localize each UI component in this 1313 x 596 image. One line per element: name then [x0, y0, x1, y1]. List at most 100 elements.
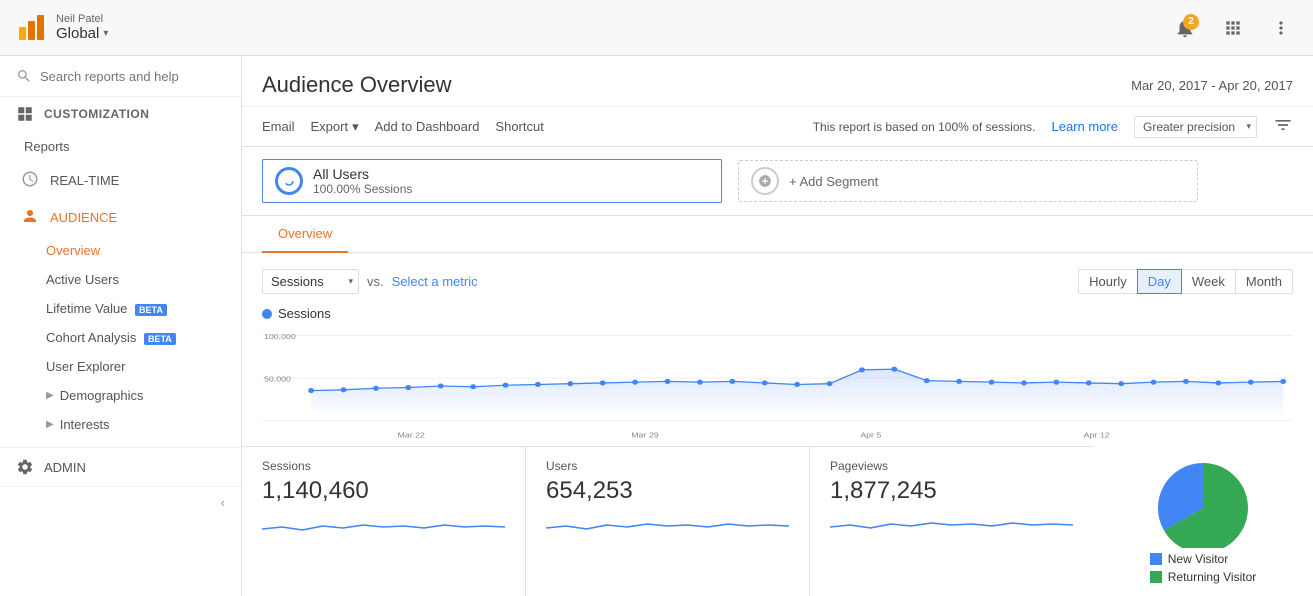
- segment-percentage: 100.00% Sessions: [313, 182, 412, 196]
- sidebar-sub-cohort-analysis[interactable]: Cohort Analysis BETA: [0, 323, 241, 352]
- stat-users-value: 654,253: [546, 477, 789, 505]
- chart-data-point: [308, 388, 314, 393]
- content-area: Audience Overview Mar 20, 2017 - Apr 20,…: [242, 56, 1313, 596]
- all-users-segment[interactable]: All Users 100.00% Sessions: [262, 159, 722, 203]
- top-bar-left: Neil Patel Global ▾: [16, 13, 108, 43]
- tab-overview[interactable]: Overview: [262, 216, 348, 253]
- shortcut-button[interactable]: Shortcut: [495, 119, 543, 134]
- select-metric-link[interactable]: Select a metric: [392, 274, 478, 289]
- stat-pageviews: Pageviews 1,877,245: [810, 447, 1093, 596]
- stats-and-pie: Sessions 1,140,460 Users 654,253: [242, 446, 1313, 596]
- chart-data-point: [1248, 380, 1254, 385]
- account-name[interactable]: Global ▾: [56, 25, 108, 42]
- stat-sessions-label: Sessions: [262, 459, 505, 473]
- sidebar-collapse-button[interactable]: ‹: [0, 486, 241, 518]
- precision-select[interactable]: Greater precision Faster display: [1134, 116, 1257, 138]
- user-info: Neil Patel Global ▾: [56, 13, 108, 42]
- segment-name: All Users: [313, 166, 412, 182]
- chart-data-point: [405, 385, 411, 390]
- sidebar-reports-header: Reports: [0, 131, 241, 162]
- page-title: Audience Overview: [262, 72, 452, 98]
- chart-data-point: [1215, 380, 1221, 385]
- lifetime-beta-badge: BETA: [135, 304, 167, 316]
- chart-legend: Sessions: [262, 306, 1293, 321]
- add-to-dashboard-button[interactable]: Add to Dashboard: [375, 119, 480, 134]
- chart-data-point: [535, 382, 541, 387]
- search-input[interactable]: [40, 69, 225, 84]
- chart-data-point: [438, 383, 444, 388]
- vs-label: vs.: [367, 274, 384, 289]
- pie-chart-area: New Visitor Returning Visitor: [1093, 446, 1313, 596]
- sessions-legend-label: Sessions: [278, 306, 331, 321]
- sidebar-sub-demographics[interactable]: ▶ Demographics: [0, 381, 241, 410]
- stat-sessions-sparkline: [262, 511, 505, 539]
- sidebar-customization-header[interactable]: CUSTOMIZATION: [0, 97, 241, 131]
- sidebar-sub-overview[interactable]: Overview: [0, 236, 241, 265]
- person-icon: [21, 207, 39, 225]
- top-bar: Neil Patel Global ▾ 2: [0, 0, 1313, 56]
- add-segment-button[interactable]: + Add Segment: [738, 160, 1198, 202]
- sidebar-sub-user-explorer[interactable]: User Explorer: [0, 352, 241, 381]
- chart-data-point: [503, 383, 509, 388]
- sidebar-sub-interests[interactable]: ▶ Interests: [0, 410, 241, 439]
- realtime-label: REAL-TIME: [50, 173, 119, 188]
- chart-data-point: [373, 386, 379, 391]
- tab-row: Overview: [242, 216, 1313, 253]
- account-dropdown-arrow: ▾: [103, 28, 108, 39]
- chart-data-point: [891, 367, 897, 372]
- customization-label: CUSTOMIZATION: [44, 107, 149, 121]
- sidebar-search-area: [0, 56, 241, 97]
- user-name: Neil Patel: [56, 13, 108, 25]
- chart-data-point: [1151, 380, 1157, 385]
- apps-button[interactable]: [1217, 12, 1249, 44]
- chart-wrapper: 100,000 50,000 Mar 22 Mar 29 Apr 5: [262, 327, 1293, 446]
- sidebar-sub-active-users[interactable]: Active Users: [0, 265, 241, 294]
- stats-cards: Sessions 1,140,460 Users 654,253: [242, 446, 1093, 596]
- learn-more-link[interactable]: Learn more: [1052, 119, 1118, 134]
- metric-selector: Sessions Users Pageviews Bounces ▾ vs. S…: [262, 269, 478, 294]
- chart-data-point: [1053, 380, 1059, 385]
- svg-text:50,000: 50,000: [264, 375, 291, 383]
- segment-inner-icon: [283, 175, 295, 187]
- time-btn-day[interactable]: Day: [1137, 269, 1182, 294]
- svg-text:Mar 22: Mar 22: [398, 431, 426, 439]
- time-btn-hourly[interactable]: Hourly: [1078, 269, 1138, 294]
- chart-data-point: [1086, 380, 1092, 385]
- sidebar-admin[interactable]: ADMIN: [0, 447, 241, 486]
- top-bar-right: 2: [1169, 12, 1297, 44]
- notification-badge: 2: [1183, 14, 1199, 30]
- interests-label: Interests: [60, 417, 110, 432]
- svg-text:100,000: 100,000: [264, 332, 296, 340]
- sidebar-item-audience[interactable]: AUDIENCE: [0, 199, 241, 236]
- more-options-button[interactable]: [1265, 12, 1297, 44]
- export-caret-icon: ▾: [352, 119, 359, 135]
- stat-pageviews-value: 1,877,245: [830, 477, 1073, 505]
- audience-icon: [20, 207, 40, 228]
- time-btn-week[interactable]: Week: [1181, 269, 1236, 294]
- pie-chart: [1148, 458, 1258, 548]
- chart-data-point: [729, 379, 735, 384]
- email-button[interactable]: Email: [262, 119, 295, 134]
- metric-select[interactable]: Sessions Users Pageviews Bounces: [262, 269, 359, 294]
- sidebar-sub-lifetime-value[interactable]: Lifetime Value BETA: [0, 294, 241, 323]
- chart-data-point: [1183, 379, 1189, 384]
- chart-data-point: [632, 380, 638, 385]
- export-button[interactable]: Export ▾: [311, 119, 359, 135]
- customization-icon: [16, 105, 34, 123]
- time-btn-month[interactable]: Month: [1235, 269, 1293, 294]
- content-header: Audience Overview Mar 20, 2017 - Apr 20,…: [242, 56, 1313, 107]
- chart-controls: Sessions Users Pageviews Bounces ▾ vs. S…: [262, 269, 1293, 294]
- segment-circle: [275, 167, 303, 195]
- chart-data-point: [341, 387, 347, 392]
- apps-icon: [1223, 18, 1243, 38]
- chart-data-point: [1021, 380, 1027, 385]
- chart-data-point: [794, 382, 800, 387]
- stat-users-label: Users: [546, 459, 789, 473]
- chart-data-point: [600, 380, 606, 385]
- chart-data-point: [859, 367, 865, 372]
- notifications-button[interactable]: 2: [1169, 12, 1201, 44]
- pie-legend: New Visitor Returning Visitor: [1150, 552, 1257, 584]
- logo-icon: [16, 13, 46, 43]
- sidebar-item-realtime[interactable]: REAL-TIME: [0, 162, 241, 199]
- filter-icon[interactable]: [1273, 115, 1293, 138]
